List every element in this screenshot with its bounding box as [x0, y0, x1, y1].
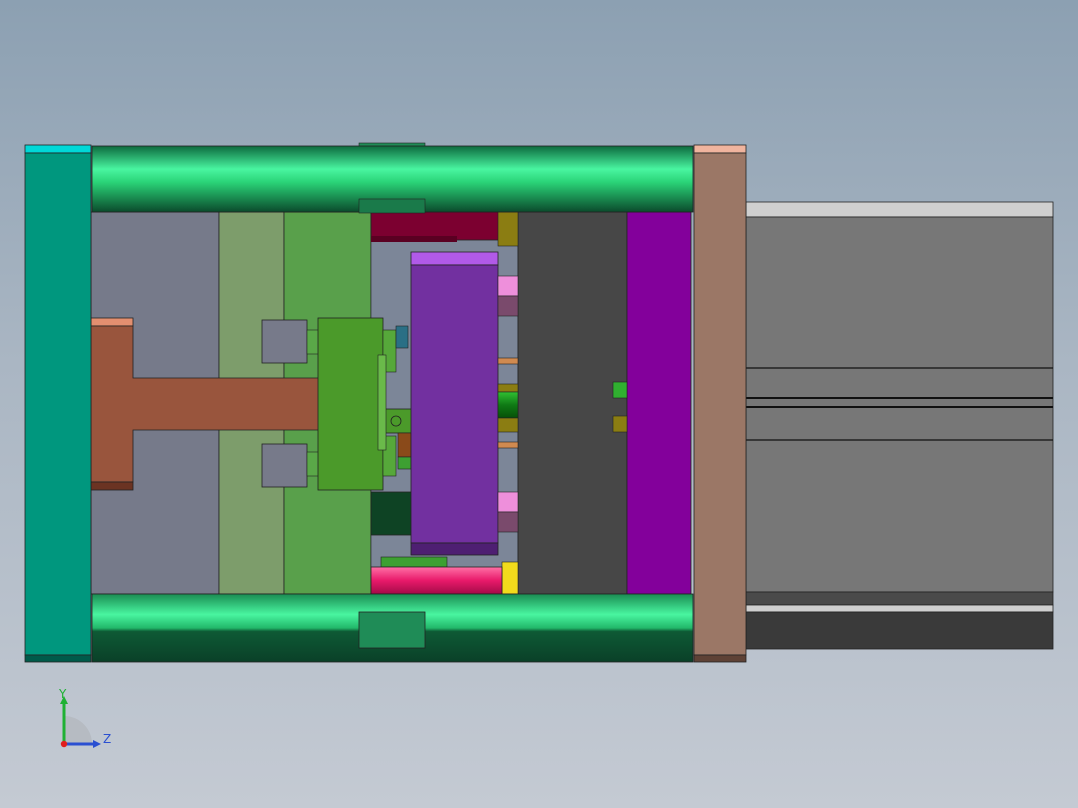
clamp-plate-cap	[24, 144, 92, 154]
cad-viewport[interactable]: Y Z	[0, 0, 1078, 808]
right-clamp-plate	[693, 144, 747, 663]
cavity-top	[410, 251, 499, 266]
maroon-block	[370, 211, 502, 241]
rail-tab	[358, 611, 426, 649]
clamp-plate-foot	[693, 654, 747, 663]
clamp-plate-body	[693, 152, 747, 656]
boss-lower	[261, 443, 308, 488]
dark-green-block	[370, 491, 414, 536]
olive-pin-top	[497, 211, 519, 247]
core-plate-dark	[517, 211, 628, 595]
orientation-triad[interactable]: Y Z	[52, 688, 122, 758]
slider-block	[317, 317, 384, 491]
triad-quarter-disc	[64, 716, 92, 744]
orange-rod	[497, 441, 519, 449]
pink-pin-lower	[497, 491, 519, 513]
green-pin	[497, 391, 519, 419]
sprue-foot	[90, 481, 134, 491]
cavity-insert	[410, 251, 499, 556]
cylinder-body	[745, 216, 1054, 593]
cylinder-top-cap	[745, 201, 1054, 218]
hydraulic-cylinder	[745, 201, 1054, 650]
clamp-plate-cap	[693, 144, 747, 154]
yellow-pin-bottom	[501, 561, 519, 595]
origin-dot-icon	[60, 740, 68, 748]
left-clamp-plate	[24, 144, 92, 663]
slider-tab-teal	[395, 325, 409, 349]
orange-rod	[497, 357, 519, 365]
pink-guide-rod	[370, 566, 503, 595]
top-guide-rail	[91, 142, 694, 214]
olive-pin-mid	[497, 383, 519, 393]
y-axis-label: Y	[58, 688, 67, 701]
z-axis-arrow-icon	[93, 740, 101, 748]
rail-tab	[358, 198, 426, 214]
core-marker-green	[612, 381, 628, 399]
pink-pin-lower-shadow	[497, 511, 519, 533]
bottom-guide-rail	[91, 593, 694, 663]
core-marker-olive	[612, 415, 628, 433]
cylinder-base-dark	[745, 591, 1054, 606]
cavity-bottom	[410, 542, 499, 556]
boss-link	[306, 451, 320, 477]
green-strip-bottom	[380, 556, 448, 568]
boss-upper	[261, 319, 308, 364]
olive-pin-mid	[497, 417, 519, 433]
cylinder-base-strip	[745, 604, 1054, 613]
pink-pin-upper	[497, 275, 519, 297]
slider-green-insert	[397, 456, 412, 470]
slider-core	[382, 408, 416, 434]
clamp-plate-body	[24, 152, 92, 656]
pink-pin-upper-shadow	[497, 295, 519, 317]
z-axis-label: Z	[103, 732, 111, 746]
slider-brown-insert	[397, 432, 412, 458]
sprue-cap	[90, 317, 134, 327]
boss-link	[306, 329, 320, 355]
slider-lip	[377, 354, 387, 451]
cylinder-base	[745, 611, 1054, 650]
maroon-block-shadow	[371, 236, 457, 242]
clamp-plate-foot	[24, 654, 92, 663]
ejector-plate-magenta	[626, 211, 692, 595]
mold-assembly-side-view	[24, 142, 1054, 663]
cavity-body	[410, 264, 499, 544]
